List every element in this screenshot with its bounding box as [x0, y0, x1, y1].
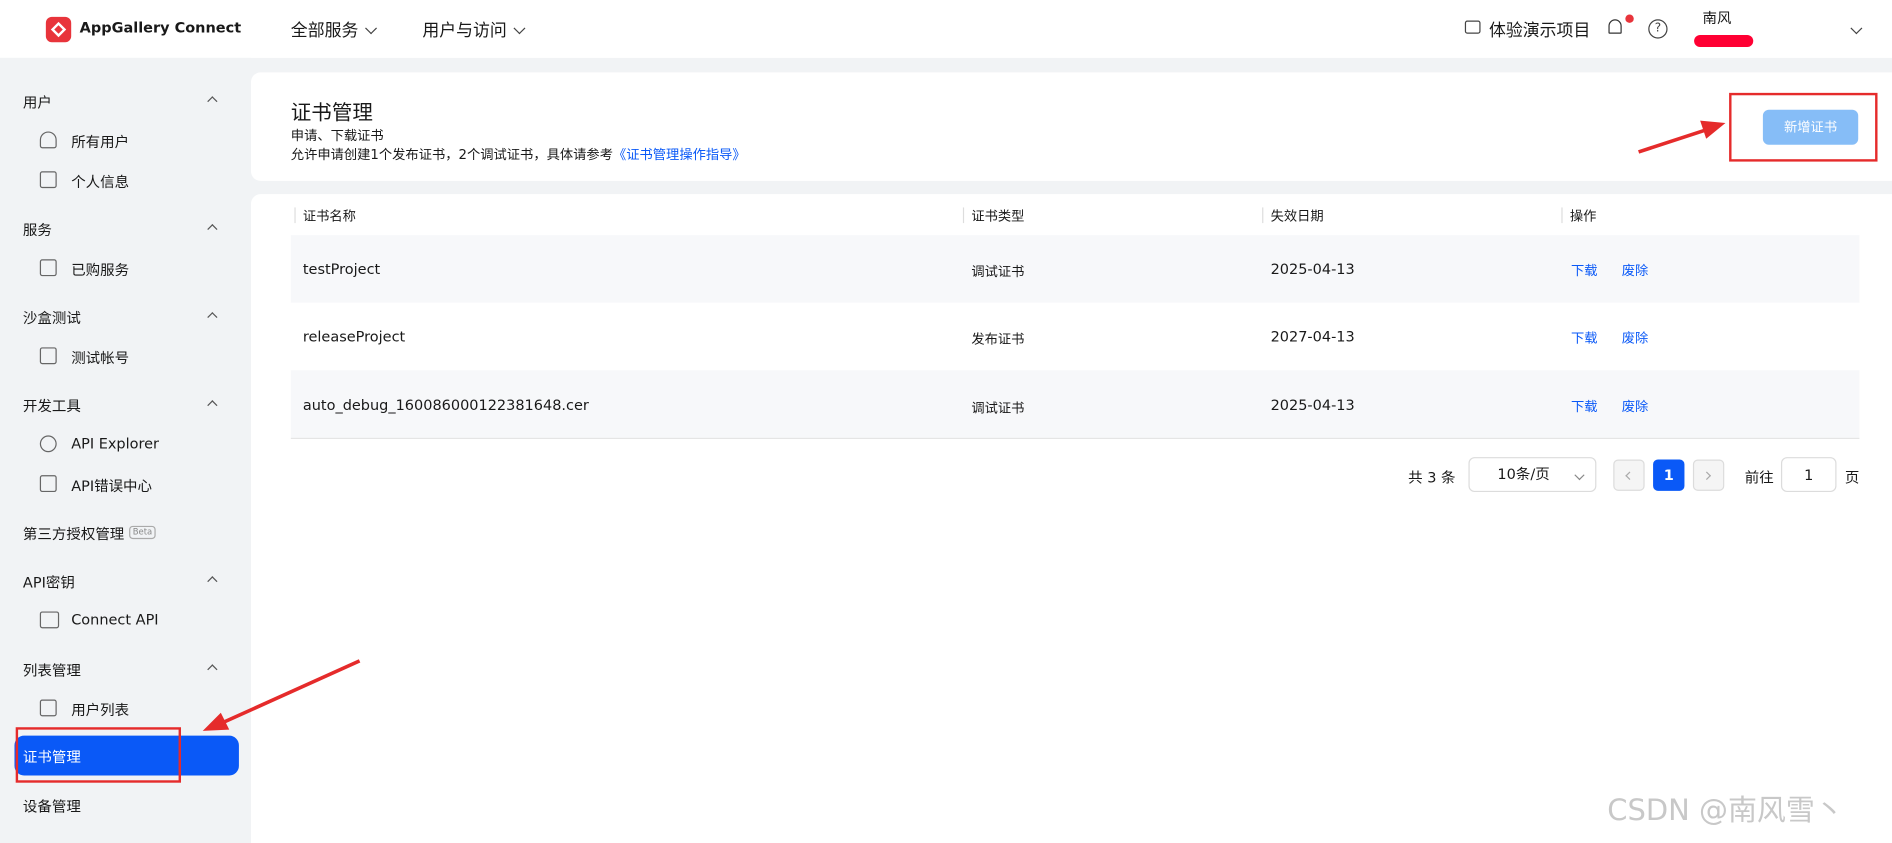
annotation-arrow: [1638, 127, 1710, 154]
annotation-arrow: [222, 659, 361, 725]
annotation-arrowhead: [202, 712, 230, 731]
watermark: CSDN @南风雪丶: [1607, 793, 1844, 828]
annotation-arrowhead: [1700, 120, 1726, 139]
annotation-arrows: [202, 120, 1726, 731]
